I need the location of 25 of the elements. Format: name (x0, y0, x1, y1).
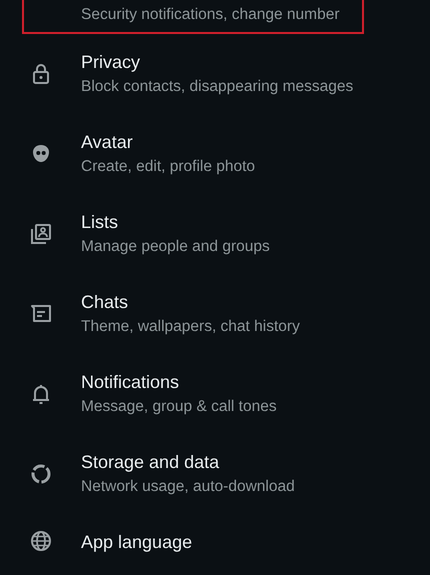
settings-item[interactable]: Avatar Create, edit, profile photo (22, 114, 364, 194)
settings-item[interactable]: Lists Manage people and groups (22, 194, 364, 274)
item-description: Block contacts, disappearing messages (81, 77, 354, 97)
settings-item[interactable]: Storage and data Network usage, auto-download (22, 434, 364, 514)
item-title: Chats (81, 291, 130, 314)
item-title: Avatar (81, 131, 134, 154)
ring-icon (29, 462, 53, 486)
item-description: Security notifications, change number (81, 5, 340, 25)
item-title: Lists (81, 211, 120, 234)
item-description: Theme, wallpapers, chat history (81, 317, 300, 337)
globe-icon (29, 529, 53, 553)
item-title: Storage and data (81, 451, 220, 474)
settings-item[interactable]: Chats Theme, wallpapers, chat history (22, 274, 364, 354)
settings-item[interactable]: Privacy Block contacts, disappearing messages (22, 34, 364, 114)
item-description: Create, edit, profile photo (81, 157, 256, 177)
contact-list-icon (29, 222, 53, 246)
item-description: Message, group & call tones (81, 397, 277, 417)
settings-item[interactable]: App language (22, 514, 364, 568)
item-description: Manage people and groups (81, 237, 270, 257)
item-title: Privacy (81, 51, 142, 74)
item-title: Notifications (81, 371, 180, 394)
settings-item[interactable]: Security notifications, change number (22, 0, 364, 34)
settings-item[interactable]: Notifications Message, group & call tones (22, 354, 364, 434)
item-title: App language (81, 531, 192, 554)
item-description: Network usage, auto-download (81, 477, 295, 497)
